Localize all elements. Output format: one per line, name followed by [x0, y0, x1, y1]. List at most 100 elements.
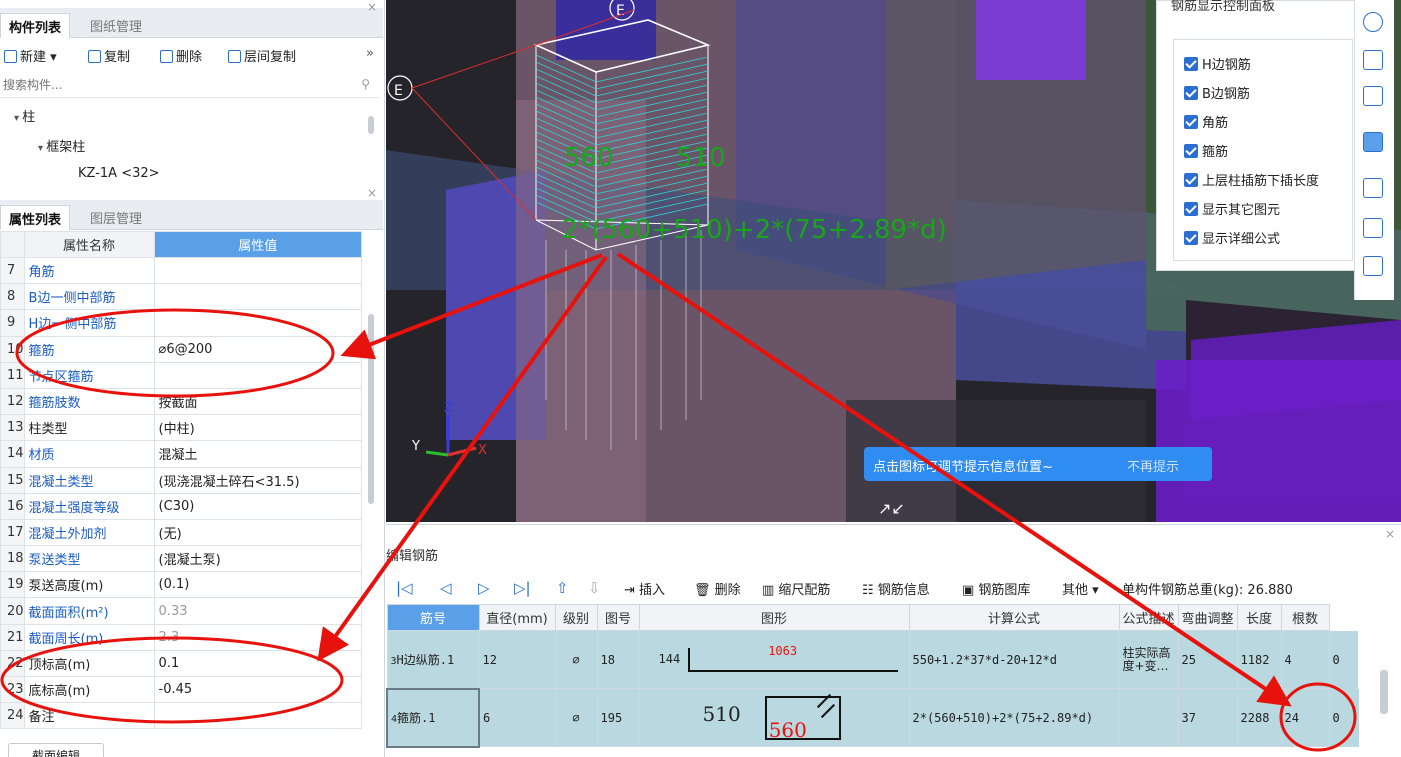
move-up-icon[interactable]: ⇧ — [556, 579, 569, 597]
rebar-count[interactable]: 24 — [1280, 688, 1330, 747]
property-value[interactable] — [153, 361, 363, 389]
rebar-grade[interactable]: ⌀ — [554, 630, 598, 689]
property-value[interactable]: -0.45 — [153, 675, 363, 704]
insert-button[interactable]: ⇥ 插入 — [624, 579, 665, 598]
search-icon[interactable]: ⚲ — [361, 77, 370, 91]
rebar-shape-cell[interactable]: 144 1063 — [638, 630, 910, 689]
rebar-shape-cell[interactable]: 510 560 — [638, 688, 910, 747]
next-row-icon[interactable]: ▷ — [478, 579, 490, 597]
visibility-icon[interactable] — [1363, 256, 1383, 276]
property-row[interactable]: 13 柱类型 (中柱) — [0, 414, 363, 442]
rebar-display-option[interactable]: H边钢筋 — [1184, 54, 1251, 73]
property-value[interactable] — [153, 256, 363, 285]
more-icon[interactable]: » — [366, 46, 374, 61]
property-value[interactable]: 0.33 — [153, 597, 363, 625]
property-value[interactable] — [153, 702, 363, 730]
rebar-description[interactable] — [1118, 688, 1179, 747]
rebar-description[interactable]: 柱实际高度+变… — [1118, 630, 1179, 689]
property-row[interactable]: 12 箍筋肢数 按截面 — [0, 387, 363, 416]
view-3d-icon[interactable] — [1363, 132, 1383, 152]
checkbox-checked-icon[interactable] — [1184, 173, 1198, 187]
rebar-formula[interactable]: 2*(560+510)+2*(75+2.89*d) — [908, 688, 1120, 747]
other-button[interactable]: 其他 ▾ — [1062, 579, 1099, 598]
rebar-display-option[interactable]: B边钢筋 — [1184, 83, 1250, 102]
display-settings-icon[interactable] — [1363, 218, 1383, 238]
rebar-formula[interactable]: 550+1.2*37*d-20+12*d — [908, 630, 1120, 689]
property-row[interactable]: 9 H边一侧中部筋 — [0, 309, 363, 337]
property-row[interactable]: 22 顶标高(m) 0.1 — [0, 649, 363, 678]
rebar-display-option[interactable]: 箍筋 — [1184, 141, 1228, 160]
tab-property-list[interactable]: 属性列表 — [0, 205, 71, 230]
tab-layer-management[interactable]: 图层管理 — [82, 205, 150, 230]
view-box-icon[interactable] — [1363, 86, 1383, 106]
rebar-scrollbar[interactable] — [1380, 670, 1388, 714]
first-row-icon[interactable]: |◁ — [396, 579, 413, 597]
property-value[interactable]: (混凝土泵) — [153, 545, 363, 573]
rebar-figure-number[interactable]: 195 — [596, 688, 640, 747]
property-row[interactable]: 21 截面周长(m) 2.3 — [0, 623, 363, 651]
view-side-icon[interactable] — [1363, 178, 1383, 198]
property-value[interactable] — [153, 283, 363, 311]
property-row[interactable]: 11 节点区箍筋 — [0, 361, 363, 389]
property-value[interactable]: 0.1 — [153, 649, 363, 678]
rebar-display-option[interactable]: 上层柱插筋下插长度 — [1184, 170, 1319, 189]
search-input[interactable] — [0, 74, 350, 96]
collapse-icon[interactable]: ▾ — [38, 143, 46, 154]
rebar-row[interactable]: 3H边纵筋.1 12 ⌀ 18 144 1063 550+1.2*37*d-20+12*d 柱… — [386, 630, 1360, 689]
property-value[interactable]: 按截面 — [153, 387, 363, 416]
collapse-tip-icon[interactable]: ↗↙ — [878, 499, 905, 518]
property-value[interactable]: ⌀6@200 — [153, 335, 363, 363]
property-value[interactable]: 2.3 — [153, 623, 363, 651]
rebar-display-option[interactable]: 显示详细公式 — [1184, 228, 1280, 247]
new-button[interactable]: 新建 ▾ — [4, 46, 57, 65]
property-scrollbar[interactable] — [368, 314, 374, 504]
checkbox-checked-icon[interactable] — [1184, 202, 1198, 216]
rebar-figure-number[interactable]: 18 — [596, 630, 640, 689]
property-row[interactable]: 18 泵送类型 (混凝土泵) — [0, 545, 363, 573]
rebar-display-option[interactable]: 显示其它图元 — [1184, 199, 1280, 218]
close-icon[interactable]: × — [1385, 527, 1395, 541]
tree-scrollbar[interactable] — [368, 116, 374, 134]
close-icon[interactable]: × — [367, 186, 377, 200]
close-icon[interactable]: × — [367, 0, 377, 14]
property-value[interactable]: (C30) — [153, 492, 363, 520]
rebar-name-cell[interactable]: 3H边纵筋.1 — [386, 630, 480, 689]
property-row[interactable]: 15 混凝土类型 (现浇混凝土碎石<31.5) — [0, 466, 363, 494]
section-edit-button[interactable]: 截面编辑 — [8, 743, 104, 757]
tab-drawing-management[interactable]: 图纸管理 — [82, 13, 150, 38]
dismiss-hint-link[interactable]: 不再提示 — [1127, 456, 1179, 475]
move-down-icon[interactable]: ⇩ — [588, 579, 601, 597]
rebar-diameter[interactable]: 6 — [478, 688, 556, 747]
rebar-row[interactable]: 4箍筋.1 6 ⌀ 195 510 560 2*(560+510)+2*(75+2.89*d… — [386, 687, 1360, 748]
rebar-diameter[interactable]: 12 — [478, 630, 556, 689]
delete-row-button[interactable]: 🗑︎ 删除 — [694, 579, 741, 598]
property-row[interactable]: 10 箍筋 ⌀6@200 — [0, 335, 363, 363]
property-value[interactable]: (0.1) — [153, 571, 363, 599]
property-value[interactable]: (现浇混凝土碎石<31.5) — [153, 466, 363, 494]
collapse-icon[interactable]: ▾ — [14, 113, 22, 124]
property-row[interactable]: 19 泵送高度(m) (0.1) — [0, 571, 363, 599]
rebar-grade[interactable]: ⌀ — [554, 688, 598, 747]
checkbox-checked-icon[interactable] — [1184, 144, 1198, 158]
rebar-length[interactable]: 1182 — [1236, 630, 1282, 689]
rebar-display-option[interactable]: 角筋 — [1184, 112, 1228, 131]
rebar-count[interactable]: 4 — [1280, 630, 1330, 689]
last-row-icon[interactable]: ▷| — [514, 579, 531, 597]
property-row[interactable]: 24 备注 — [0, 702, 363, 730]
rebar-bend[interactable]: 37 — [1177, 688, 1238, 747]
orbit-icon[interactable] — [1363, 12, 1383, 32]
copy-button[interactable]: 复制 — [88, 46, 130, 65]
checkbox-checked-icon[interactable] — [1184, 231, 1198, 245]
tab-component-list[interactable]: 构件列表 — [0, 13, 71, 38]
property-value[interactable]: (无) — [153, 518, 363, 547]
property-row[interactable]: 8 B边一侧中部筋 — [0, 283, 363, 311]
property-value[interactable]: 混凝土 — [153, 440, 363, 468]
tree-node-frame-column[interactable]: ▾ 框架柱 — [38, 136, 85, 155]
delete-button[interactable]: 删除 — [160, 46, 202, 65]
view-front-icon[interactable] — [1363, 50, 1383, 70]
tree-node-column[interactable]: ▾ 柱 — [14, 106, 35, 125]
checkbox-checked-icon[interactable] — [1184, 57, 1198, 71]
property-row[interactable]: 20 截面面积(m²) 0.33 — [0, 597, 363, 625]
property-value[interactable]: (中柱) — [153, 414, 363, 442]
rebar-bend[interactable]: 25 — [1177, 630, 1238, 689]
